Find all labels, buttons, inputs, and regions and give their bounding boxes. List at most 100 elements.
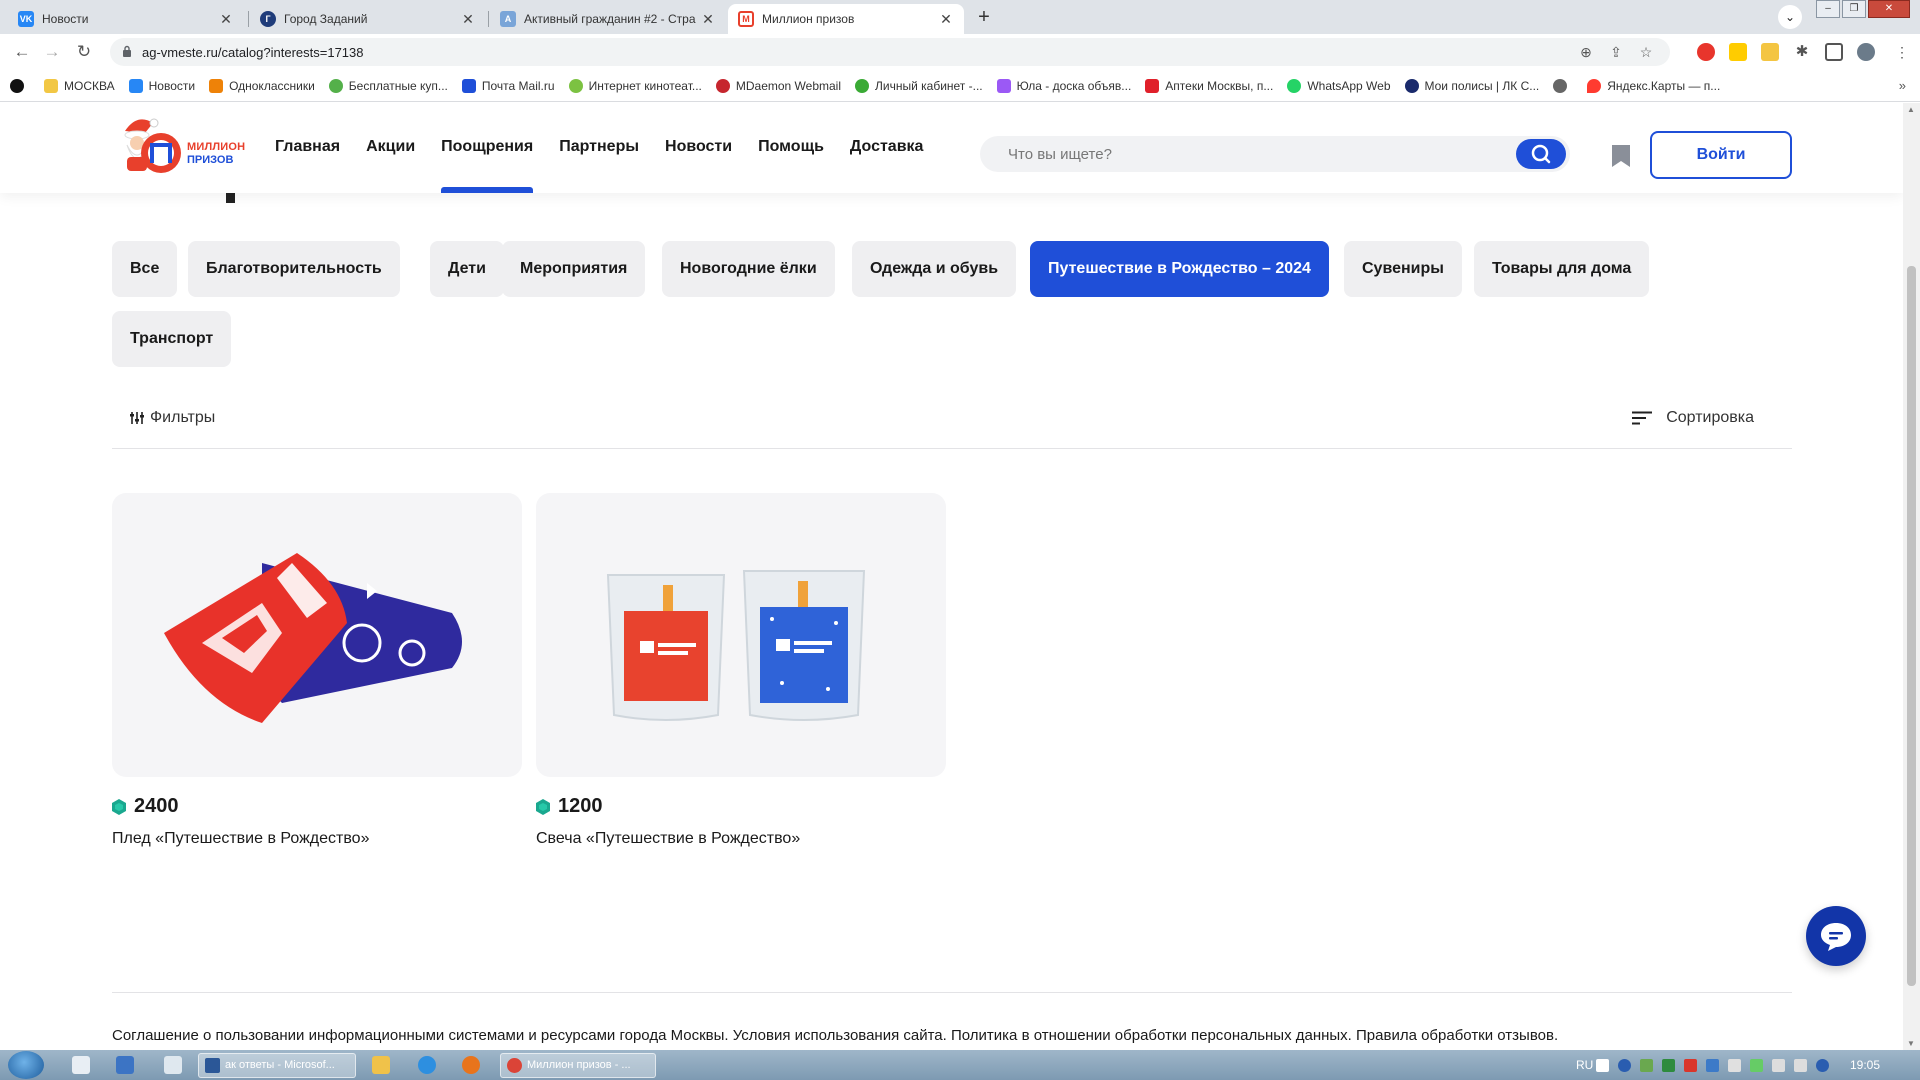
chip-clothes-shoes[interactable]: Одежда и обувь: [852, 241, 1017, 297]
clock[interactable]: 19:05: [1850, 1058, 1880, 1072]
extensions-puzzle-icon[interactable]: ✱: [1793, 43, 1811, 61]
minimize-button[interactable]: –: [1816, 0, 1840, 18]
product-card[interactable]: 1200 Свеча «Путешествие в Рождество»: [536, 493, 946, 848]
tab-search-chevron-icon[interactable]: ⌄: [1778, 5, 1802, 29]
translate-extension-icon[interactable]: [1761, 43, 1779, 61]
chip-souvenirs[interactable]: Сувениры: [1344, 241, 1462, 297]
login-button[interactable]: Войти: [1650, 131, 1792, 179]
browser-tab-million-prizes[interactable]: М Миллион призов ✕: [728, 4, 964, 34]
close-icon[interactable]: ✕: [460, 11, 476, 28]
address-bar[interactable]: ag-vmeste.ru/catalog?interests=17138 ⊕ ⇪…: [110, 38, 1670, 66]
product-name[interactable]: Плед «Путешествие в Рождество»: [112, 830, 522, 848]
nav-news[interactable]: Новости: [665, 103, 732, 193]
bookmark-personal-account[interactable]: Личный кабинет -...: [855, 78, 983, 93]
profile-avatar[interactable]: [1857, 43, 1875, 61]
ie-icon[interactable]: [418, 1056, 436, 1074]
window-close-button[interactable]: ✕: [1868, 0, 1910, 18]
bookmark-vk-news[interactable]: Новости: [128, 78, 195, 93]
nav-help[interactable]: Помощь: [758, 103, 824, 193]
zoom-icon[interactable]: ⊕: [1578, 44, 1594, 61]
network-icon[interactable]: [116, 1056, 134, 1074]
million-prizes-logo[interactable]: МИЛЛИОН ПРИЗОВ: [115, 113, 250, 183]
nav-partners[interactable]: Партнеры: [559, 103, 639, 193]
scroll-up-icon[interactable]: ▲: [1907, 105, 1915, 114]
search-input[interactable]: [980, 136, 1500, 172]
bookmark-odnoklassniki[interactable]: Одноклассники: [209, 78, 315, 93]
share-icon[interactable]: ⇪: [1608, 44, 1624, 61]
nav-home[interactable]: Главная: [275, 103, 340, 193]
tray-app-icon[interactable]: [1684, 1059, 1697, 1072]
star-icon[interactable]: ☆: [1638, 44, 1654, 61]
folder-icon[interactable]: [372, 1056, 390, 1074]
search-button[interactable]: [1516, 139, 1566, 169]
close-icon[interactable]: ✕: [218, 11, 234, 28]
tray-app-icon[interactable]: [1706, 1059, 1719, 1072]
tray-flag-icon[interactable]: [1596, 1059, 1609, 1072]
tray-app-icon[interactable]: [1662, 1059, 1675, 1072]
taskbar-task-word[interactable]: ак ответы - Microsof...: [198, 1053, 356, 1078]
product-name[interactable]: Свеча «Путешествие в Рождество»: [536, 830, 946, 848]
product-image-candle[interactable]: [536, 493, 946, 777]
nav-rewards[interactable]: Поощрения: [441, 103, 534, 193]
bookmark-pharmacies[interactable]: Аптеки Москвы, п...: [1145, 78, 1273, 93]
side-panel-icon[interactable]: [1825, 43, 1843, 61]
browser-tab-vk-news[interactable]: VK Новости ✕: [8, 4, 244, 34]
product-card[interactable]: 2400 Плед «Путешествие в Рождество»: [112, 493, 522, 848]
bookmark-mdaemon[interactable]: MDaemon Webmail: [715, 78, 841, 93]
add-bookmark-icon[interactable]: [10, 78, 30, 93]
browser-tab-city-tasks[interactable]: Г Город Заданий ✕: [250, 4, 486, 34]
volume-icon[interactable]: [1794, 1059, 1807, 1072]
start-button[interactable]: [8, 1051, 44, 1079]
bookmark-policies[interactable]: Мои полисы | ЛК С...: [1404, 78, 1539, 93]
bookmarks-overflow-icon[interactable]: »: [1899, 78, 1906, 93]
show-desktop-icon[interactable]: [72, 1056, 90, 1074]
restore-button[interactable]: ❐: [1842, 0, 1866, 18]
bookmark-free-coupons[interactable]: Бесплатные куп...: [328, 78, 448, 93]
taskbar-task-chrome[interactable]: Миллион призов - ...: [500, 1053, 656, 1078]
menu-dots-icon[interactable]: ⋮: [1890, 40, 1914, 64]
nav-delivery[interactable]: Доставка: [850, 103, 924, 193]
bookmark-globe[interactable]: [1553, 78, 1573, 93]
chip-events[interactable]: Мероприятия: [502, 241, 646, 297]
chip-home-goods[interactable]: Товары для дома: [1474, 241, 1650, 297]
chip-new-year-trees[interactable]: Новогодние ёлки: [662, 241, 835, 297]
footer-legal-links[interactable]: Соглашение о пользовании информационными…: [112, 1027, 1558, 1044]
page-scrollbar[interactable]: ▲ ▼: [1903, 103, 1920, 1050]
yandex-extension-icon[interactable]: [1697, 43, 1715, 61]
new-tab-button[interactable]: +: [970, 4, 998, 30]
bookmark-mail-ru[interactable]: Почта Mail.ru: [461, 78, 555, 93]
power-icon[interactable]: [1816, 1059, 1829, 1072]
nvidia-icon[interactable]: [1750, 1059, 1763, 1072]
chip-transport[interactable]: Транспорт: [112, 311, 232, 367]
sort-button[interactable]: Сортировка: [1632, 409, 1754, 427]
chat-button[interactable]: [1806, 906, 1866, 966]
forward-arrow-icon[interactable]: →: [40, 40, 64, 64]
help-icon[interactable]: [1618, 1059, 1631, 1072]
tray-app-icon[interactable]: [1640, 1059, 1653, 1072]
filters-button[interactable]: Фильтры: [130, 409, 215, 427]
scrollbar-thumb[interactable]: [1907, 266, 1916, 986]
nav-promotions[interactable]: Акции: [366, 103, 415, 193]
bookmark-youla[interactable]: Юла - доска объяв...: [996, 78, 1131, 93]
firefox-icon[interactable]: [462, 1056, 480, 1074]
browser-tab-active-citizen[interactable]: А Активный гражданин #2 - Стра ✕: [490, 4, 726, 34]
chip-all[interactable]: Все: [112, 241, 178, 297]
bookmark-extension-icon[interactable]: [1729, 43, 1747, 61]
close-icon[interactable]: ✕: [700, 11, 716, 28]
language-indicator[interactable]: RU: [1576, 1058, 1593, 1072]
reload-icon[interactable]: ↻: [72, 40, 96, 64]
bookmark-whatsapp[interactable]: WhatsApp Web: [1287, 78, 1391, 93]
bookmark-online-cinema[interactable]: Интернет кинотеат...: [568, 78, 702, 93]
product-image-blanket[interactable]: [112, 493, 522, 777]
favorites-bookmark-icon[interactable]: [1610, 143, 1632, 169]
chip-charity[interactable]: Благотворительность: [188, 241, 400, 297]
chip-christmas-journey-2024[interactable]: Путешествие в Рождество – 2024: [1030, 241, 1329, 297]
network-tray-icon[interactable]: [1772, 1059, 1785, 1072]
scroll-down-icon[interactable]: ▼: [1907, 1039, 1915, 1048]
explorer-window-icon[interactable]: [164, 1056, 182, 1074]
chip-kids[interactable]: Дети: [430, 241, 504, 297]
close-icon[interactable]: ✕: [938, 11, 954, 28]
back-arrow-icon[interactable]: ←: [10, 40, 34, 64]
tray-app-icon[interactable]: [1728, 1059, 1741, 1072]
bookmark-moscow[interactable]: МОСКВА: [44, 78, 115, 93]
